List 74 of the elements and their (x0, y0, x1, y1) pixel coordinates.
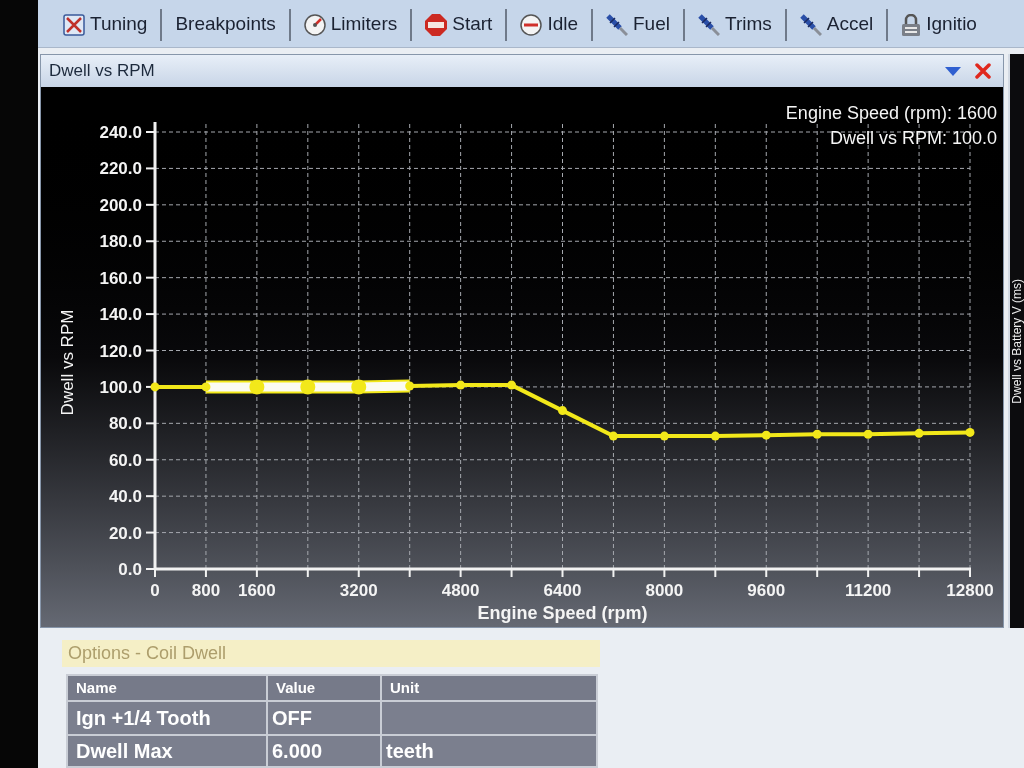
data-point[interactable] (507, 380, 517, 390)
y-axis-title: Dwell vs RPM (58, 309, 77, 416)
tab[interactable]: Start (410, 8, 506, 41)
readout-text: Engine Speed (rpm): 1600 (785, 103, 997, 123)
tab[interactable]: Idle (505, 8, 591, 41)
data-point[interactable] (710, 431, 720, 441)
data-point[interactable] (405, 381, 415, 391)
y-tick-label: 200.0 (99, 195, 142, 215)
tab[interactable]: Ignitio (886, 8, 990, 41)
data-point[interactable] (249, 379, 265, 395)
x-tick-label: 1600 (237, 581, 276, 600)
x-tick-label: 6400 (543, 581, 582, 600)
data-point[interactable] (761, 430, 771, 440)
x-tick-label: 11200 (844, 581, 892, 600)
x-axis-title: Engine Speed (rpm) (477, 603, 648, 623)
syringe-icon (799, 13, 822, 36)
tab[interactable]: Limiters (288, 8, 411, 41)
x-tick-label: 12800 (946, 581, 994, 600)
y-tick-label: 220.0 (99, 159, 142, 179)
table-cell: Ign +1/4 Tooth (67, 701, 267, 735)
data-point[interactable] (150, 382, 160, 392)
data-point[interactable] (456, 380, 466, 390)
axis-title: Dwell vs Battery V (ms) (1011, 278, 1023, 404)
tab[interactable]: Accel (784, 8, 887, 41)
data-point[interactable] (351, 379, 367, 395)
x-tick-label: 800 (191, 581, 221, 600)
y-tick-label: 0.0 (118, 560, 142, 579)
x-tick-label: 9600 (747, 581, 786, 600)
table-cell: OFF (267, 701, 381, 735)
syringe-icon (606, 13, 628, 36)
column-header[interactable]: Unit (381, 675, 597, 701)
data-point[interactable] (965, 427, 975, 437)
y-tick-label: 60.0 (108, 450, 142, 470)
data-point[interactable] (300, 379, 316, 395)
panel-title: Options - Coil Dwell (62, 640, 600, 667)
column-header[interactable]: Name (67, 675, 267, 701)
data-point[interactable] (558, 406, 567, 416)
tab[interactable]: Trims (683, 8, 785, 41)
gauge-icon (303, 13, 326, 36)
x-tick-label: 8000 (645, 581, 684, 600)
syringe-icon (698, 13, 720, 36)
column-header[interactable]: Value (267, 675, 381, 701)
x-tick-label: 4800 (441, 581, 480, 600)
data-point[interactable] (914, 428, 924, 438)
panel-title: Dwell vs RPM (49, 60, 155, 83)
y-tick-label: 240.0 (99, 123, 142, 142)
padlock-icon (901, 13, 922, 36)
tab[interactable]: Fuel (591, 8, 683, 41)
data-point[interactable] (812, 429, 822, 439)
y-tick-label: 80.0 (108, 414, 142, 434)
y-tick-label: 160.0 (99, 268, 142, 288)
x-square-icon (63, 13, 85, 36)
y-tick-label: 120.0 (99, 341, 142, 361)
table-cell: Dwell Max (67, 735, 267, 767)
tab[interactable]: Breakpoints (160, 8, 289, 41)
x-tick-label: 0 (150, 581, 160, 600)
stop-sign-icon (425, 13, 448, 36)
readout-text: Dwell vs RPM: 100.0 (829, 128, 997, 148)
y-tick-label: 40.0 (108, 487, 142, 507)
y-tick-label: 180.0 (99, 232, 142, 252)
no-entry-icon (520, 13, 543, 36)
y-tick-label: 20.0 (108, 523, 142, 543)
x-tick-label: 3200 (339, 581, 378, 600)
data-point[interactable] (863, 429, 873, 439)
data-point[interactable] (201, 382, 211, 392)
data-point[interactable] (608, 431, 618, 441)
y-tick-label: 140.0 (99, 305, 142, 325)
data-point[interactable] (659, 431, 669, 441)
close-icon[interactable] (975, 63, 991, 79)
y-tick-label: 100.0 (99, 377, 142, 397)
table-cell: 6.000 (267, 735, 381, 767)
tab[interactable]: Tuning (50, 8, 161, 41)
table-cell: teeth (381, 735, 597, 767)
dropdown-arrow-icon[interactable] (945, 66, 961, 76)
